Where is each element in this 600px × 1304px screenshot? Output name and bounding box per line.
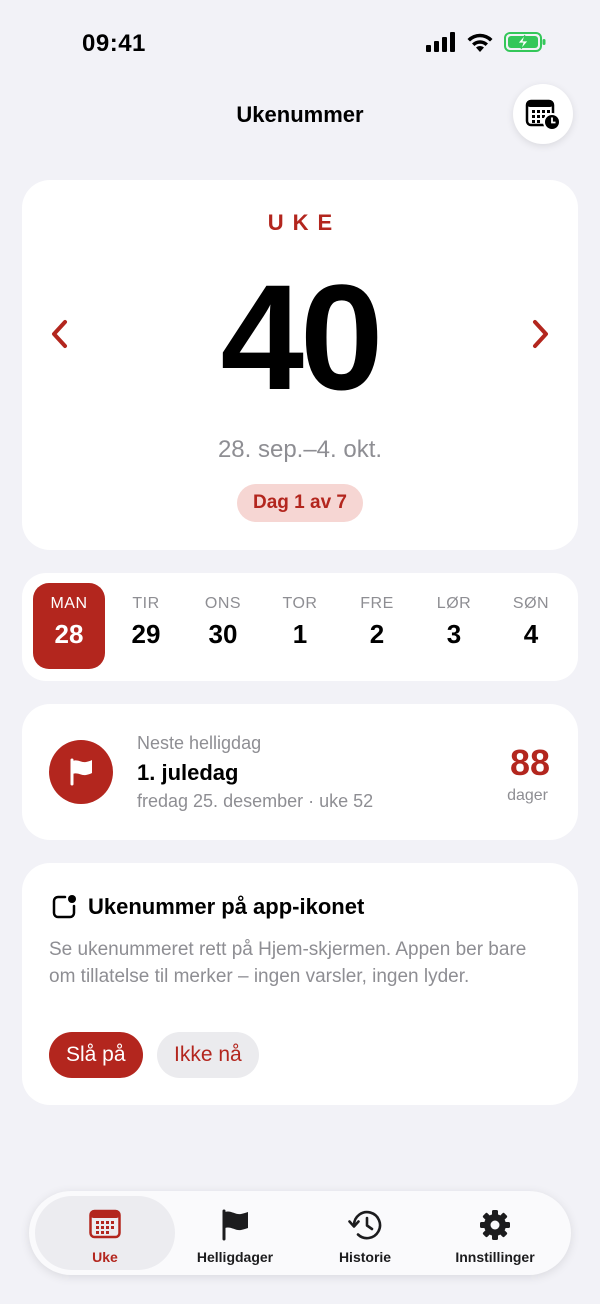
badge-card-description: Se ukenummeret rett på Hjem-skjermen. Ap… [49, 939, 527, 987]
day-number: 1 [292, 619, 308, 649]
tab-label: Historie [338, 1249, 392, 1265]
tab-week[interactable]: Uke [35, 1196, 175, 1270]
app-icon-badge-card: Ukenummer på app-ikonet Se ukenummeret r… [22, 863, 578, 1105]
day-of-week-badge: Dag 1 av 7 [237, 484, 363, 522]
day-friday[interactable]: FRE 2 [341, 583, 413, 669]
next-week-button[interactable] [520, 314, 560, 354]
holiday-name: 1. juledag [137, 760, 239, 785]
weekdays-strip: MAN 28 TIR 29 ONS 30 TOR 1 FRE 2 LØR 3 S… [22, 573, 578, 681]
day-name: TIR [132, 595, 160, 612]
next-holiday-card[interactable]: Neste helligdag 1. juledag fredag 25. de… [22, 704, 578, 840]
date-range: 28. sep.–4. okt. [217, 436, 383, 463]
day-name: ONS [204, 595, 242, 612]
tab-label: Innstillinger [455, 1249, 535, 1265]
wifi-icon [467, 33, 493, 52]
calendar-icon [89, 1209, 121, 1239]
flag-icon [70, 758, 92, 786]
holiday-date: fredag 25. desember · uke 52 [137, 791, 374, 811]
chevron-right-icon [533, 320, 548, 348]
holiday-flag-badge [49, 740, 113, 804]
day-wednesday[interactable]: ONS 30 [187, 583, 259, 669]
day-thursday[interactable]: TOR 1 [264, 583, 336, 669]
day-saturday[interactable]: LØR 3 [418, 583, 490, 669]
week-label: UKE [267, 210, 342, 235]
gear-icon [480, 1210, 510, 1240]
cellular-signal-icon [426, 32, 455, 52]
tab-label: Uke [92, 1249, 118, 1265]
day-name: FRE [360, 595, 394, 612]
day-name: SØN [512, 595, 550, 612]
tab-history[interactable]: Historie [295, 1196, 435, 1270]
day-number: 2 [369, 619, 385, 649]
tab-settings[interactable]: Innstillinger [425, 1196, 565, 1270]
battery-charging-icon [504, 32, 546, 52]
tab-bar: Uke Helligdager Historie Innstillinger [29, 1191, 571, 1275]
tab-holidays[interactable]: Helligdager [165, 1196, 305, 1270]
history-icon [348, 1210, 382, 1240]
day-tuesday[interactable]: TIR 29 [110, 583, 182, 669]
day-number: 28 [54, 619, 84, 649]
week-card: UKE 40 28. sep.–4. okt. Dag 1 av 7 [22, 180, 578, 550]
day-sunday[interactable]: SØN 4 [495, 583, 567, 669]
day-number: 30 [208, 619, 238, 649]
app-badge-icon [52, 895, 76, 919]
not-now-button[interactable]: Ikke nå [157, 1032, 259, 1078]
enable-button[interactable]: Slå på [49, 1032, 143, 1078]
holiday-caption: Neste helligdag [137, 733, 262, 753]
days-until-count: 88 [509, 742, 550, 783]
days-until-unit: dager [507, 787, 548, 804]
calendar-clock-button[interactable] [513, 84, 573, 144]
status-icons [426, 32, 546, 52]
page-title: Ukenummer [236, 102, 364, 127]
status-bar: 09:41 [0, 0, 600, 88]
day-name: MAN [50, 595, 88, 612]
status-time: 09:41 [82, 30, 146, 57]
week-number: 40 [220, 253, 384, 421]
tab-label: Helligdager [196, 1249, 274, 1265]
day-number: 4 [523, 619, 539, 649]
flag-icon [222, 1209, 248, 1241]
badge-card-title: Ukenummer på app-ikonet [88, 894, 365, 919]
day-number: 3 [446, 619, 462, 649]
day-name: TOR [282, 595, 318, 612]
day-monday[interactable]: MAN 28 [33, 583, 105, 669]
day-number: 29 [131, 619, 161, 649]
calendar-clock-icon [525, 99, 561, 131]
day-name: LØR [436, 595, 472, 612]
